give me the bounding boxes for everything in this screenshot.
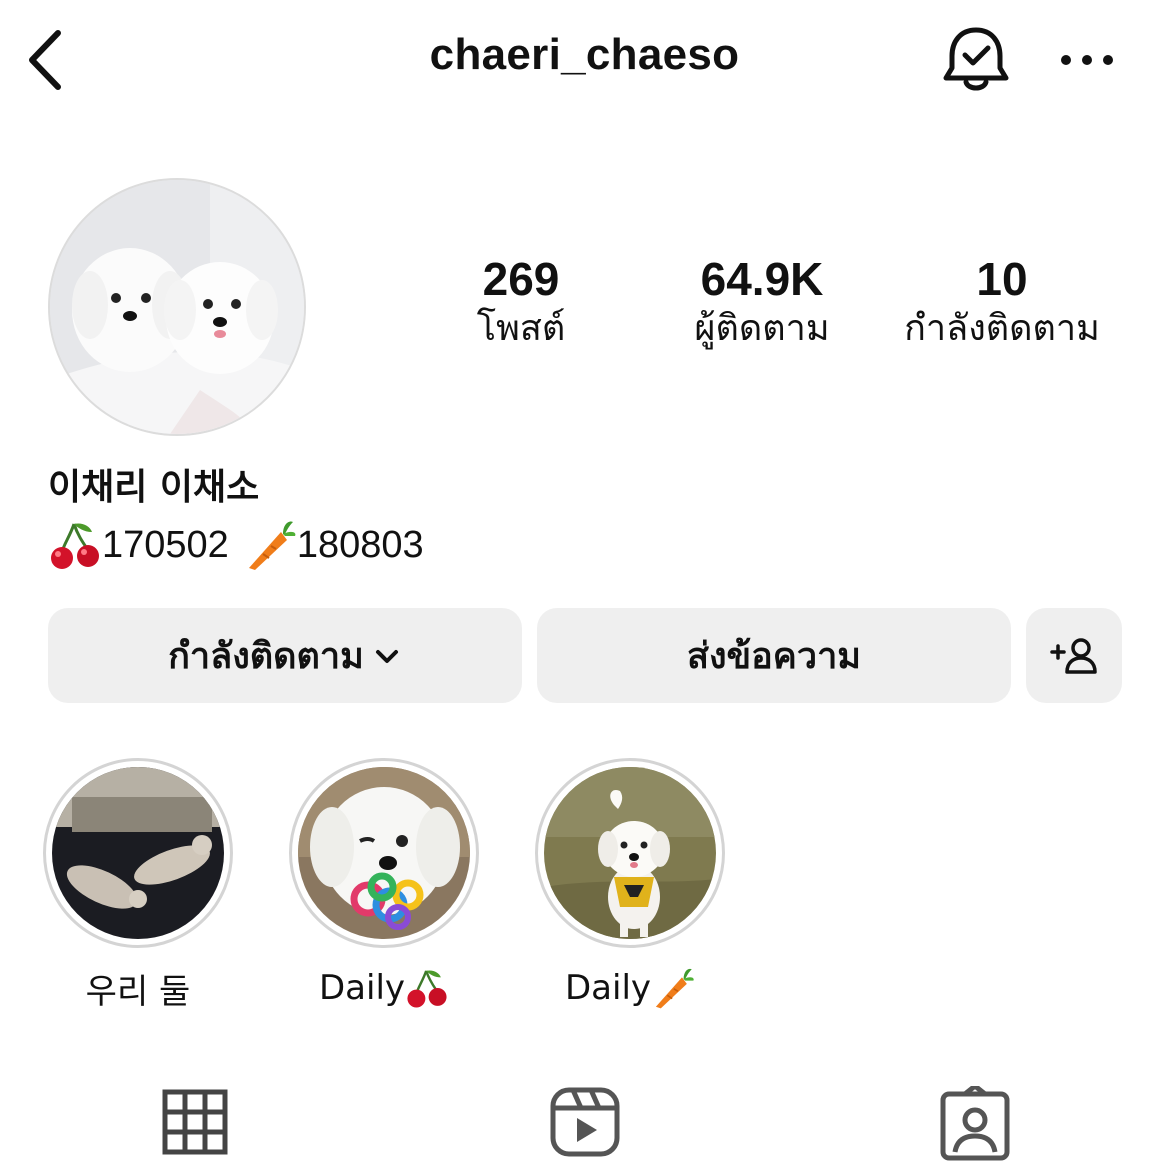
bio-text: 170502 180803 bbox=[48, 518, 424, 572]
highlight-item[interactable]: 우리 둘 bbox=[43, 758, 233, 1012]
notifications-button[interactable] bbox=[938, 22, 1014, 98]
cherry-icon bbox=[48, 518, 102, 572]
following-button-label: กำลังติดตาม bbox=[168, 636, 364, 677]
profile-avatar[interactable] bbox=[48, 178, 306, 436]
add-user-icon bbox=[1050, 637, 1097, 674]
following-label: กำลังติดตาม bbox=[904, 308, 1100, 349]
followers-count[interactable]: 64.9K ผู้ติดตาม bbox=[660, 252, 864, 352]
message-button[interactable]: ส่งข้อความ bbox=[537, 608, 1011, 703]
carrot-icon bbox=[651, 966, 695, 1010]
posts-count[interactable]: 269 โพสต์ bbox=[440, 252, 602, 352]
highlight-item[interactable]: Daily bbox=[289, 758, 479, 1012]
posts-label: โพสต์ bbox=[476, 308, 566, 349]
highlight-cover bbox=[544, 767, 716, 939]
display-name: 이채리 이채소 bbox=[48, 467, 260, 508]
posts-value: 269 bbox=[482, 253, 560, 305]
highlight-label: Daily bbox=[318, 968, 406, 1008]
reels-icon bbox=[550, 1087, 620, 1157]
highlight-cover bbox=[52, 767, 224, 939]
tagged-icon bbox=[940, 1083, 1010, 1161]
following-value: 10 bbox=[976, 253, 1028, 305]
highlight-label: 우리 둘 bbox=[85, 971, 191, 1012]
followers-value: 64.9K bbox=[700, 253, 824, 305]
tab-reels[interactable] bbox=[545, 1086, 625, 1166]
highlight-ring bbox=[535, 758, 725, 948]
message-button-label: ส่งข้อความ bbox=[686, 636, 862, 677]
more-icon bbox=[1061, 55, 1113, 65]
carrot-icon bbox=[243, 518, 297, 572]
highlight-ring bbox=[289, 758, 479, 948]
bell-check-icon bbox=[943, 27, 1009, 91]
more-options-button[interactable] bbox=[1054, 38, 1120, 82]
add-user-button[interactable] bbox=[1026, 608, 1122, 703]
grid-icon bbox=[162, 1089, 228, 1155]
highlight-label: Daily bbox=[564, 968, 652, 1008]
following-count[interactable]: 10 กำลังติดตาม bbox=[882, 252, 1122, 352]
highlight-cover bbox=[298, 767, 470, 939]
highlight-ring bbox=[43, 758, 233, 948]
highlight-item[interactable]: Daily bbox=[535, 758, 725, 1012]
following-button[interactable]: กำลังติดตาม bbox=[48, 608, 522, 703]
followers-label: ผู้ติดตาม bbox=[694, 308, 830, 349]
chevron-down-icon bbox=[375, 649, 398, 663]
avatar-photo bbox=[50, 180, 304, 434]
bio-date-1: 170502 bbox=[102, 523, 229, 566]
bio-date-2: 180803 bbox=[296, 523, 424, 566]
tab-posts-grid[interactable] bbox=[155, 1086, 235, 1166]
cherry-icon bbox=[405, 966, 449, 1010]
tab-tagged[interactable] bbox=[935, 1083, 1015, 1166]
